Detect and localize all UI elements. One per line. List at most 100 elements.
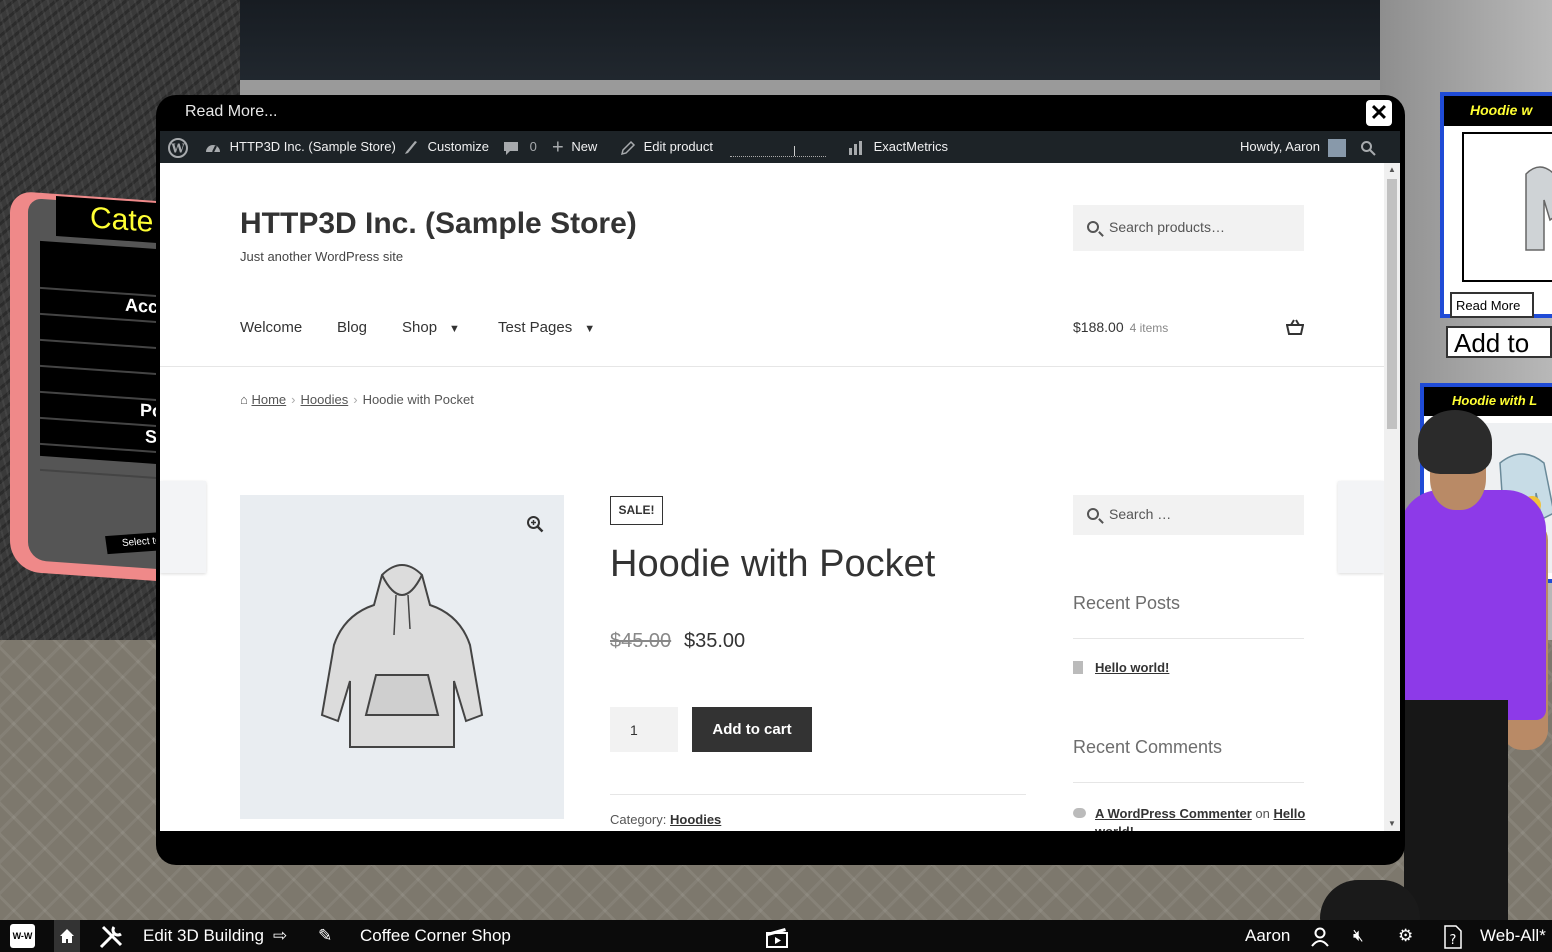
product-display-top[interactable]: Hoodie w bbox=[1440, 92, 1552, 318]
user-name[interactable]: Aaron bbox=[1245, 920, 1290, 952]
widget-divider bbox=[1073, 638, 1304, 639]
settings-gear-icon[interactable]: ⚙ bbox=[1398, 920, 1413, 952]
sidebar-search-placeholder: Search … bbox=[1109, 506, 1172, 522]
wp-admin-bar: W HTTP3D Inc. (Sample Store) Customize 0… bbox=[160, 131, 1400, 163]
avatar-shirt bbox=[1400, 490, 1546, 720]
basket-icon[interactable] bbox=[1285, 319, 1305, 340]
price-original: $45.00 bbox=[610, 630, 672, 652]
avatar bbox=[1327, 138, 1346, 157]
walktheweb-logo-icon[interactable]: W-W bbox=[10, 924, 35, 948]
web-all-menu[interactable]: Web-All* bbox=[1480, 920, 1546, 952]
avatar-cap bbox=[1418, 410, 1492, 474]
zoom-icon[interactable] bbox=[526, 515, 544, 533]
product-category: Category: Hoodies bbox=[610, 812, 721, 827]
comment-author-link[interactable]: A WordPress Commenter bbox=[1095, 806, 1252, 821]
breadcrumb-home[interactable]: Home bbox=[251, 392, 286, 407]
pencil-icon bbox=[620, 140, 636, 155]
display-hoodie-image bbox=[1462, 132, 1552, 282]
category-link[interactable]: Hoodies bbox=[670, 812, 721, 827]
scroll-down-arrow-icon[interactable]: ▼ bbox=[1384, 817, 1400, 831]
admin-edit-product-link[interactable]: Edit product bbox=[620, 131, 713, 163]
add-to-3d-button[interactable]: Add to bbox=[1446, 326, 1552, 358]
wordpress-logo-icon[interactable]: W bbox=[168, 131, 188, 163]
nav-item-welcome[interactable]: Welcome bbox=[240, 319, 302, 336]
brush-icon bbox=[405, 140, 417, 154]
admin-customize-label: Customize bbox=[427, 139, 490, 154]
admin-new-label: New bbox=[571, 139, 598, 154]
cart-count: 4 items bbox=[1129, 321, 1169, 335]
chevron-down-icon: ▼ bbox=[449, 323, 460, 335]
nav-item-test-pages[interactable]: Test Pages ▼ bbox=[498, 319, 595, 336]
admin-search-icon[interactable] bbox=[1360, 131, 1376, 163]
mute-icon[interactable]: 🔇︎ bbox=[1353, 920, 1364, 952]
nav-label: Test Pages bbox=[498, 319, 573, 336]
product-search-placeholder: Search products… bbox=[1109, 219, 1225, 235]
avatar-legs bbox=[1404, 700, 1508, 930]
clapperboard-icon[interactable] bbox=[765, 920, 789, 952]
help-icon[interactable]: ? bbox=[1444, 920, 1462, 952]
display-title: Hoodie w bbox=[1444, 96, 1552, 126]
quantity-input[interactable] bbox=[610, 707, 678, 752]
page-scrollbar[interactable]: ▲ ▼ bbox=[1384, 163, 1400, 831]
site-tagline: Just another WordPress site bbox=[240, 249, 404, 264]
nav-label: Blog bbox=[337, 319, 368, 336]
embedded-webpage: W HTTP3D Inc. (Sample Store) Customize 0… bbox=[160, 131, 1400, 831]
nav-item-shop[interactable]: Shop ▼ bbox=[402, 319, 460, 336]
recent-comments-title: Recent Comments bbox=[1073, 737, 1223, 757]
scrollbar-thumb[interactable] bbox=[1387, 179, 1397, 429]
comment-on-label: on bbox=[1255, 806, 1270, 821]
stats-sparkline[interactable] bbox=[730, 143, 826, 157]
sidebar-search-input[interactable]: Search … bbox=[1073, 495, 1304, 535]
previous-product-tab[interactable] bbox=[160, 481, 206, 573]
pencil-icon[interactable]: ✎ bbox=[318, 920, 332, 952]
admin-comments-link[interactable]: 0 bbox=[502, 131, 537, 163]
product-image[interactable] bbox=[240, 495, 564, 819]
scroll-up-arrow-icon[interactable]: ▲ bbox=[1384, 163, 1400, 177]
breadcrumb: ⌂ Home › Hoodies › Hoodie with Pocket bbox=[240, 392, 474, 407]
meta-divider bbox=[610, 794, 1026, 795]
hoodie-illustration bbox=[320, 564, 484, 748]
popup-title: Read More... bbox=[185, 103, 278, 120]
product-search-input[interactable]: Search products… bbox=[1073, 205, 1304, 251]
admin-customize-link[interactable]: Customize bbox=[402, 131, 489, 163]
admin-exactmetrics-link[interactable]: ExactMetrics bbox=[848, 131, 948, 163]
close-button[interactable]: ✕ bbox=[1366, 100, 1392, 126]
popup-titlebar: Read More... ✕ bbox=[156, 95, 1405, 131]
product-title: Hoodie with Pocket bbox=[610, 543, 936, 585]
recent-posts-title: Recent Posts bbox=[1073, 593, 1181, 613]
nav-item-blog[interactable]: Blog bbox=[337, 319, 367, 336]
edit-3d-building-button[interactable]: Edit 3D Building bbox=[143, 920, 264, 952]
admin-account-menu[interactable]: Howdy, Aaron bbox=[1240, 131, 1346, 163]
home-icon: ⌂ bbox=[240, 392, 248, 407]
hoodie-thumb-icon bbox=[1525, 166, 1552, 251]
breadcrumb-category[interactable]: Hoodies bbox=[301, 392, 349, 407]
next-product-tab[interactable] bbox=[1338, 481, 1384, 573]
document-icon bbox=[1073, 661, 1083, 674]
user-icon[interactable] bbox=[1311, 920, 1329, 952]
arrow-right-icon[interactable]: ⇨ bbox=[273, 920, 287, 952]
read-more-3d-button[interactable]: Read More bbox=[1450, 292, 1534, 318]
cart-summary[interactable]: $188.00 4 items bbox=[1073, 319, 1168, 335]
widget-divider bbox=[1073, 782, 1304, 783]
recent-post-link[interactable]: Hello world! bbox=[1095, 660, 1169, 675]
cart-total: $188.00 bbox=[1073, 319, 1124, 335]
nav-label: Shop bbox=[402, 319, 438, 336]
search-icon bbox=[1087, 508, 1099, 520]
bar-chart-icon bbox=[849, 140, 862, 155]
admin-exactmetrics-label: ExactMetrics bbox=[873, 139, 949, 154]
tools-icon[interactable] bbox=[98, 920, 124, 952]
comment-icon bbox=[1073, 808, 1086, 818]
current-building-name[interactable]: Coffee Corner Shop bbox=[360, 920, 511, 952]
bottom-taskbar: W-W Edit 3D Building ⇨ ✎ Coffee Corner S… bbox=[0, 920, 1552, 952]
site-title[interactable]: HTTP3D Inc. (Sample Store) bbox=[240, 207, 637, 241]
home-button[interactable] bbox=[54, 920, 80, 952]
category-label: Category: bbox=[610, 812, 667, 827]
svg-text:?: ? bbox=[1450, 933, 1457, 948]
category-kiosk[interactable]: Cate Acce E I H Pol Su Select to bbox=[10, 190, 176, 582]
svg-text:W: W bbox=[170, 141, 185, 155]
price-sale: $35.00 bbox=[684, 630, 746, 652]
kiosk-category-list[interactable]: Acce E I H Pol Su bbox=[40, 240, 170, 480]
admin-site-name-link[interactable]: HTTP3D Inc. (Sample Store) bbox=[204, 131, 396, 163]
add-to-cart-button[interactable]: Add to cart bbox=[692, 707, 812, 752]
admin-new-link[interactable]: + New bbox=[552, 131, 597, 163]
